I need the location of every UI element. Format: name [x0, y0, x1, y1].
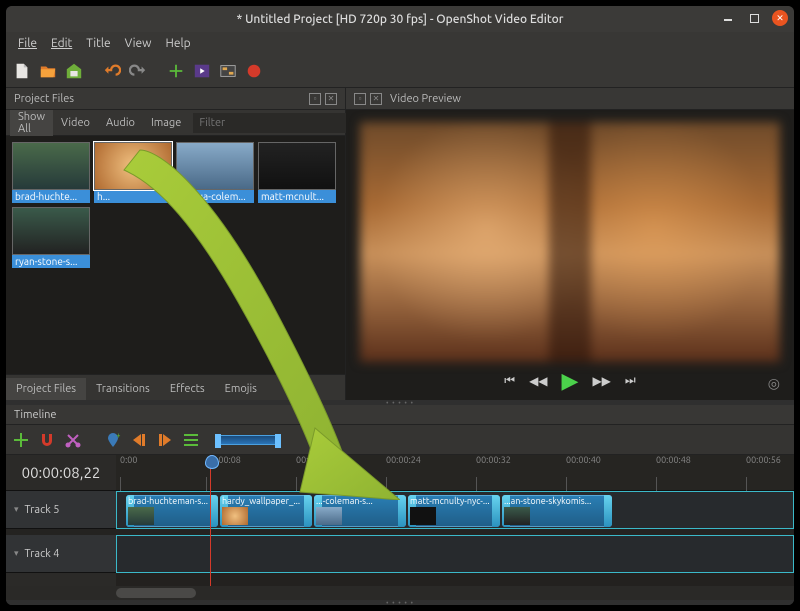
snapshot-icon[interactable]: ◎	[768, 375, 780, 392]
titlebar: * Untitled Project [HD 720p 30 fps] - Op…	[6, 6, 794, 32]
clip[interactable]: hardy_wallpaper_...	[220, 495, 312, 527]
add-track-icon[interactable]	[12, 431, 30, 449]
filter-show-all[interactable]: Show All	[10, 107, 53, 139]
center-playhead-icon[interactable]	[182, 431, 200, 449]
profile-icon[interactable]	[192, 61, 212, 81]
chevron-down-icon: ▾	[14, 548, 19, 559]
menu-file[interactable]: File	[12, 35, 43, 52]
menubar: File Edit Title View Help	[6, 32, 794, 54]
rewind-icon[interactable]: ◀◀	[529, 374, 547, 388]
open-file-icon[interactable]	[38, 61, 58, 81]
project-files-panel: Project Files ▫ ✕ Show All Video Audio I…	[6, 88, 346, 400]
timecode-display[interactable]: 00:00:08,22	[6, 455, 116, 491]
window-close-button[interactable]	[772, 10, 788, 26]
marker-drop-icon[interactable]: +	[104, 431, 122, 449]
zoom-slider[interactable]	[216, 435, 280, 445]
prev-marker-icon[interactable]	[130, 431, 148, 449]
tab-effects[interactable]: Effects	[160, 378, 215, 400]
menu-help[interactable]: Help	[159, 35, 196, 52]
snap-magnet-icon[interactable]	[38, 431, 56, 449]
import-plus-icon[interactable]	[166, 61, 186, 81]
undock-icon[interactable]: ▫	[354, 93, 366, 105]
svg-text:+: +	[116, 431, 121, 440]
tab-project-files[interactable]: Project Files	[6, 378, 86, 400]
clip[interactable]: ...an-stone-skykomis...	[502, 495, 612, 527]
project-files-title: Project Files	[14, 93, 74, 105]
save-file-icon[interactable]	[64, 61, 84, 81]
preview-viewport[interactable]	[360, 122, 780, 362]
panel-close-icon[interactable]: ✕	[325, 93, 337, 105]
tab-transitions[interactable]: Transitions	[86, 378, 160, 400]
filter-image[interactable]: Image	[143, 113, 189, 133]
timeline-title: Timeline	[14, 409, 57, 421]
thumbnail-item[interactable]: h...	[94, 142, 172, 203]
export-icon[interactable]	[244, 61, 264, 81]
playhead[interactable]	[210, 455, 211, 586]
undo-icon[interactable]	[102, 61, 122, 81]
chevron-down-icon: ▾	[14, 504, 19, 515]
window-minimize-button[interactable]	[720, 10, 736, 26]
fullscreen-icon[interactable]	[218, 61, 238, 81]
window-maximize-button[interactable]	[746, 10, 762, 26]
thumbnail-item[interactable]: ryan-stone-s...	[12, 207, 90, 268]
clip[interactable]: matt-mcnulty-nyc-...	[408, 495, 500, 527]
skip-end-icon[interactable]: ⏭	[625, 374, 636, 388]
panel-close-icon[interactable]: ✕	[370, 93, 382, 105]
tab-emojis[interactable]: Emojis	[215, 378, 267, 400]
tracks-area[interactable]: 0:00 00:00:08 00:00:16 00:00:24 00:00:32…	[116, 455, 794, 586]
thumbnail-item[interactable]: matt-mcnult...	[258, 142, 336, 203]
track-lane[interactable]: brad-huchteman-s... hardy_wallpaper_... …	[116, 491, 794, 529]
track-header[interactable]: ▾Track 5	[6, 491, 116, 529]
video-preview-title: Video Preview	[390, 93, 461, 105]
redo-icon[interactable]	[128, 61, 148, 81]
clip[interactable]: brad-huchteman-s...	[126, 495, 218, 527]
filter-video[interactable]: Video	[53, 113, 98, 133]
menu-view[interactable]: View	[119, 35, 158, 52]
track-lane[interactable]	[116, 535, 794, 573]
window-title: * Untitled Project [HD 720p 30 fps] - Op…	[6, 13, 794, 26]
undock-icon[interactable]: ▫	[309, 93, 321, 105]
menu-edit[interactable]: Edit	[45, 35, 78, 52]
main-toolbar	[6, 54, 794, 88]
project-bottom-tabs: Project Files Transitions Effects Emojis	[6, 374, 345, 400]
thumbnail-item[interactable]: joshua-colem...	[176, 142, 254, 203]
timeline-toolbar: +	[6, 425, 794, 455]
thumbnails-grid: brad-huchte... h... joshua-colem... matt…	[12, 142, 339, 268]
new-file-icon[interactable]	[12, 61, 32, 81]
filter-input[interactable]	[193, 113, 354, 133]
forward-icon[interactable]: ▶▶	[592, 374, 610, 388]
resize-handle[interactable]: • • • • •	[6, 600, 794, 605]
next-marker-icon[interactable]	[156, 431, 174, 449]
timeline-scrollbar[interactable]	[6, 586, 794, 600]
thumbnail-item[interactable]: brad-huchte...	[12, 142, 90, 203]
track-header[interactable]: ▾Track 4	[6, 535, 116, 573]
app-window: * Untitled Project [HD 720p 30 fps] - Op…	[6, 6, 794, 605]
razor-icon[interactable]	[64, 431, 82, 449]
menu-title[interactable]: Title	[80, 35, 116, 52]
skip-start-icon[interactable]: ⏮	[504, 374, 515, 388]
filter-audio[interactable]: Audio	[98, 113, 143, 133]
clip[interactable]: ...-coleman-s...	[314, 495, 406, 527]
timeline-panel: Timeline + 00:00:08,22 ▾Track 5 ▾Track 4…	[6, 405, 794, 605]
video-preview-panel: ▫ ✕ Video Preview ⏮ ◀◀ ▶ ▶▶ ⏭ ◎	[346, 88, 794, 400]
play-button[interactable]: ▶	[562, 368, 579, 394]
project-files-filters: Show All Video Audio Image	[6, 110, 345, 136]
